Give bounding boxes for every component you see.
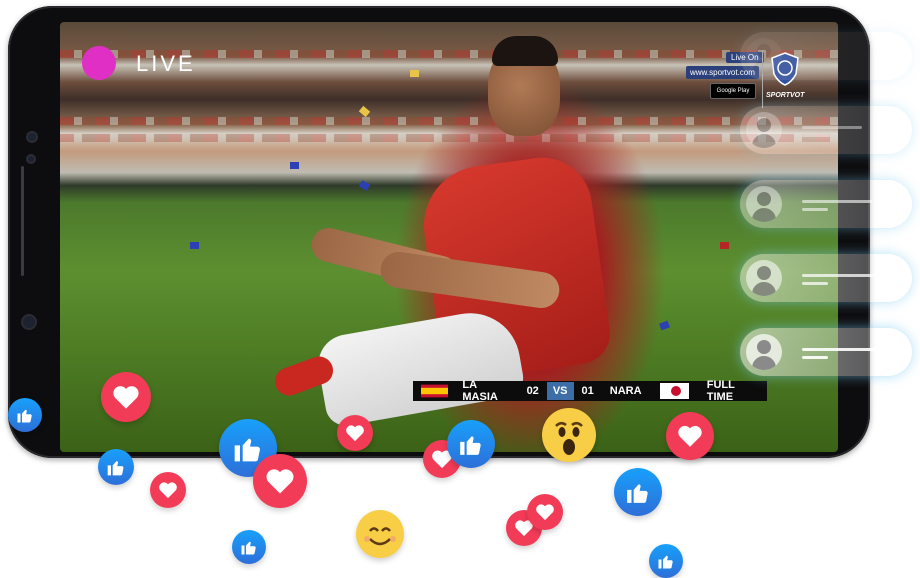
thumbs-up-icon[interactable] [447, 420, 495, 468]
player-hair [492, 36, 558, 66]
comment-text-line [802, 200, 872, 203]
speaker-grille [21, 166, 24, 276]
heart-icon[interactable] [666, 412, 714, 460]
comment-text-line [802, 126, 862, 129]
confetti [659, 320, 670, 331]
comment-text-line [802, 208, 828, 211]
comment-text-line [802, 274, 876, 277]
thumbs-up-icon[interactable] [8, 398, 42, 432]
scoreboard: LA MASIA 02 VS 01 NARA FULL TIME [413, 379, 767, 403]
confetti [358, 105, 371, 118]
smile-emoji-icon[interactable] [356, 510, 404, 558]
user-avatar-icon [746, 38, 782, 74]
stadium-stands [60, 117, 838, 125]
comment-item[interactable] [740, 106, 912, 154]
vs-badge: VS [546, 382, 574, 400]
stadium-stands [60, 134, 838, 142]
google-play-badge[interactable]: Google Play [710, 83, 756, 99]
user-avatar-icon [746, 186, 782, 222]
heart-icon[interactable] [101, 372, 151, 422]
comment-text-line [802, 348, 880, 351]
sensor-icon [28, 133, 36, 141]
comment-item[interactable] [740, 254, 912, 302]
comment-text-line [802, 134, 830, 137]
away-team: NARA [609, 385, 642, 397]
comment-text-line [802, 282, 828, 285]
confetti [410, 70, 419, 77]
user-avatar-icon [746, 260, 782, 296]
heart-icon[interactable] [253, 454, 307, 508]
home-team: LA MASIA [462, 379, 498, 403]
thumbs-up-icon[interactable] [232, 530, 266, 564]
user-avatar-icon [746, 334, 782, 370]
live-label: LIVE [136, 51, 196, 76]
user-avatar-icon [746, 112, 782, 148]
home-score: 02 [526, 385, 539, 397]
confetti [720, 242, 729, 249]
player-shorts [313, 305, 527, 429]
video-player[interactable]: LIVE Live On www.sportvot.com Google Pla… [60, 22, 838, 452]
heart-icon[interactable] [150, 472, 186, 508]
away-score: 01 [581, 385, 594, 397]
japan-flag-icon [659, 383, 689, 399]
confetti [190, 242, 199, 249]
sensor-icon [28, 156, 34, 162]
thumbs-up-icon[interactable] [98, 449, 134, 485]
thumbs-up-icon[interactable] [614, 468, 662, 516]
front-camera-icon [23, 316, 35, 328]
confetti [358, 180, 371, 191]
thumbs-up-icon[interactable] [649, 544, 683, 578]
comment-text-line [802, 356, 828, 359]
comment-item[interactable] [740, 180, 912, 228]
wow-emoji-icon[interactable] [542, 408, 596, 462]
heart-icon[interactable] [527, 494, 563, 530]
confetti [290, 162, 299, 169]
comment-item[interactable] [740, 32, 912, 80]
heart-icon[interactable] [337, 415, 373, 451]
match-status: FULL TIME [706, 379, 735, 403]
spain-flag-icon [421, 384, 449, 398]
live-dot-icon [82, 46, 116, 80]
brand-name: SPORTVOT [766, 92, 805, 99]
comment-item[interactable] [740, 328, 912, 376]
